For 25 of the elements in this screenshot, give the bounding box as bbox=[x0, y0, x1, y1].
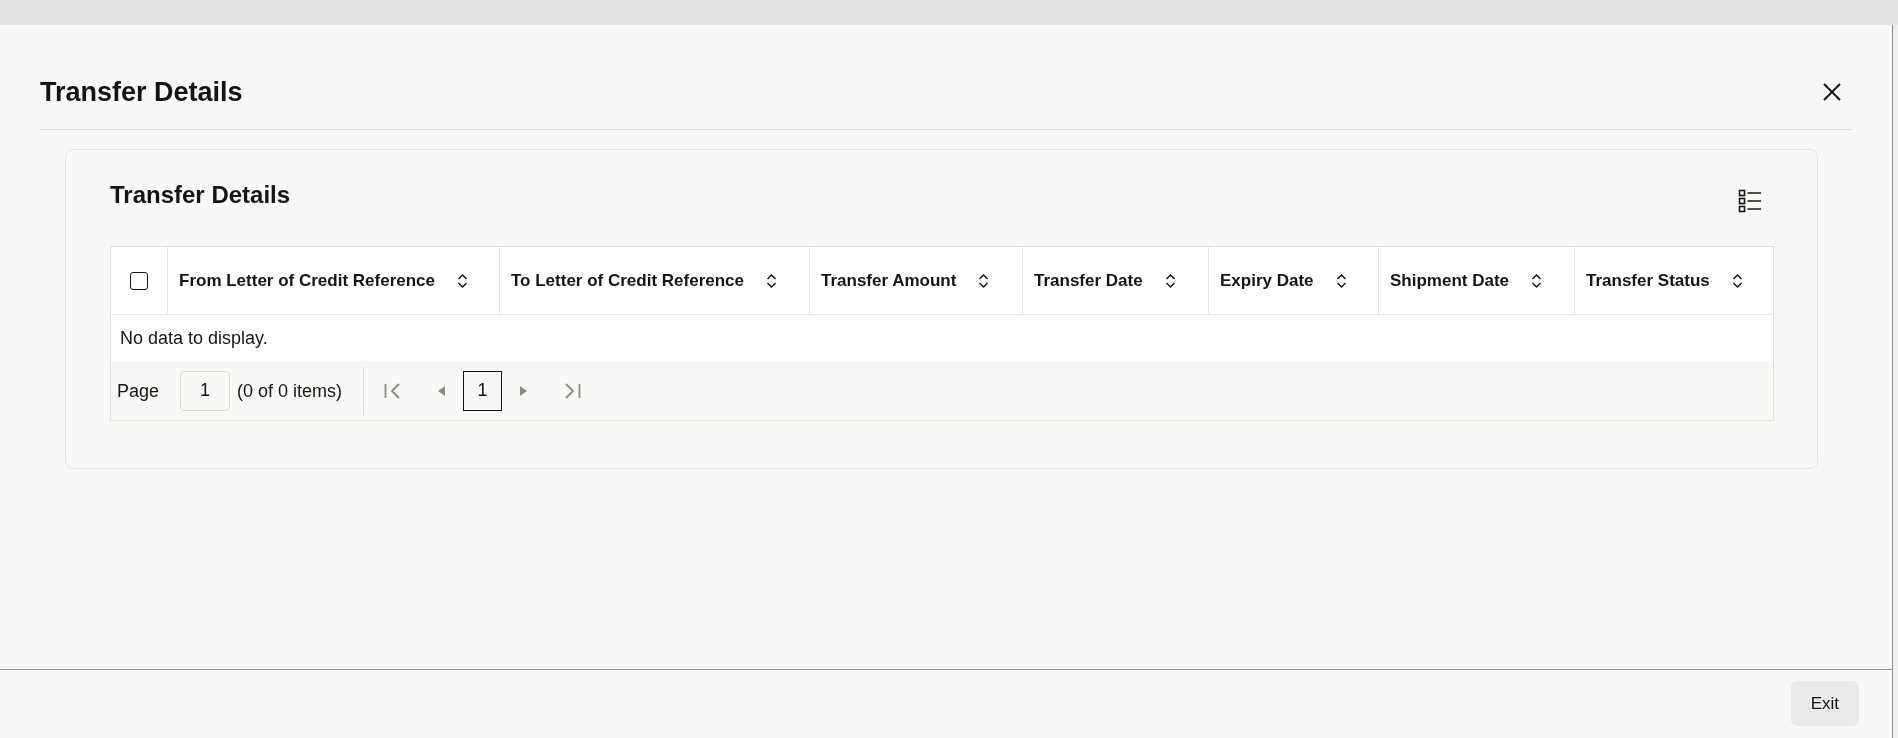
column-header[interactable]: Shipment Date bbox=[1390, 267, 1510, 294]
page-label: Page bbox=[117, 379, 160, 403]
page-number-field[interactable]: 1 bbox=[180, 370, 231, 411]
select-all-checkbox[interactable] bbox=[130, 271, 148, 290]
sort-icon[interactable] bbox=[766, 272, 777, 289]
column-header[interactable]: Transfer Status bbox=[1586, 267, 1710, 294]
column-header[interactable]: Transfer Amount bbox=[821, 267, 957, 294]
sort-icon[interactable] bbox=[978, 272, 990, 289]
column-header[interactable]: Transfer Date bbox=[1034, 267, 1143, 294]
sort-icon[interactable] bbox=[1164, 272, 1176, 289]
list-view-icon[interactable] bbox=[1738, 189, 1762, 213]
column-header[interactable]: To Letter of Credit Reference bbox=[511, 267, 744, 294]
panel-title: Transfer Details bbox=[110, 181, 291, 209]
dialog-title: Transfer Details bbox=[40, 76, 243, 109]
column-header[interactable]: Expiry Date bbox=[1220, 267, 1314, 294]
column-header[interactable]: From Letter of Credit Reference bbox=[179, 267, 435, 294]
exit-button[interactable]: Exit bbox=[1790, 681, 1859, 726]
sort-icon[interactable] bbox=[457, 272, 468, 289]
empty-message: No data to display. bbox=[120, 327, 268, 350]
item-count: (0 of 0 items) bbox=[237, 379, 343, 403]
sort-icon[interactable] bbox=[1731, 272, 1743, 289]
sort-icon[interactable] bbox=[1531, 272, 1543, 289]
close-icon[interactable] bbox=[1822, 82, 1842, 102]
page-button[interactable]: 1 bbox=[463, 370, 503, 411]
sort-icon[interactable] bbox=[1335, 272, 1347, 289]
